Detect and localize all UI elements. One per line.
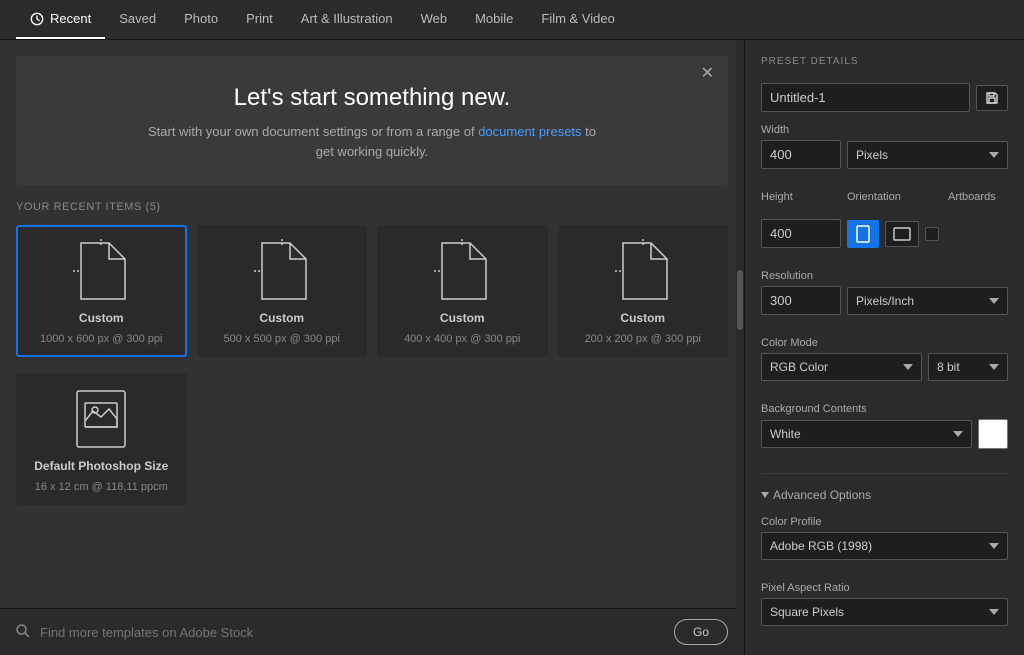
tab-mobile[interactable]: Mobile — [461, 0, 527, 39]
color-profile-section: Color Profile Adobe RGB (1998) — [761, 516, 1008, 570]
pixel-ratio-field-row: Square Pixels — [761, 598, 1008, 626]
advanced-toggle[interactable]: Advanced Options — [761, 488, 1008, 502]
background-select[interactable]: White — [761, 420, 972, 448]
bit-depth-select[interactable]: 8 bit — [928, 353, 1008, 381]
ps-item-size: 16 x 12 cm @ 118,11 ppcm — [35, 481, 168, 493]
chevron-down-icon — [761, 492, 769, 498]
document-presets-link[interactable]: document presets — [478, 124, 581, 139]
portrait-button[interactable] — [847, 220, 879, 248]
right-bottom: Create Close — [761, 648, 1008, 655]
width-section: Width Pixels — [761, 124, 1008, 179]
resolution-unit-select[interactable]: Pixels/Inch — [847, 287, 1008, 315]
left-panel: ✕ Let's start something new. Start with … — [0, 40, 744, 655]
recent-item-0[interactable]: Custom 1000 x 600 px @ 300 ppi — [16, 225, 187, 357]
document-icon-1 — [254, 239, 310, 303]
item-name-1: Custom — [259, 311, 304, 325]
resolution-field-row: Pixels/Inch — [761, 286, 1008, 315]
pixel-ratio-section: Pixel Aspect Ratio Square Pixels — [761, 582, 1008, 636]
color-profile-field-row: Adobe RGB (1998) — [761, 532, 1008, 560]
scrollbar-track[interactable] — [736, 40, 744, 613]
save-icon — [985, 91, 999, 105]
recent-item-3[interactable]: Custom 200 x 200 px @ 300 ppi — [558, 225, 729, 357]
welcome-card: ✕ Let's start something new. Start with … — [16, 56, 728, 185]
main-layout: ✕ Let's start something new. Start with … — [0, 40, 1024, 655]
item-name-0: Custom — [79, 311, 124, 325]
height-label: Height — [761, 191, 841, 203]
document-icon-2 — [434, 239, 490, 303]
resolution-section: Resolution Pixels/Inch — [761, 270, 1008, 325]
item-size-0: 1000 x 600 px @ 300 ppi — [40, 333, 162, 345]
landscape-button[interactable] — [885, 221, 919, 247]
width-label: Width — [761, 124, 1008, 136]
tab-saved[interactable]: Saved — [105, 0, 170, 39]
recent-section: YOUR RECENT ITEMS (5) Custom 1000 x 600 … — [0, 185, 744, 608]
recent-row2: Default Photoshop Size 16 x 12 cm @ 118,… — [16, 373, 728, 505]
right-panel: PRESET DETAILS Width Pixels — [744, 40, 1024, 655]
h-o-a-labels: Height Orientation Artboards — [761, 191, 1008, 203]
item-size-1: 500 x 500 px @ 300 ppi — [224, 333, 340, 345]
orientation-label: Orientation — [847, 191, 942, 203]
background-label: Background Contents — [761, 403, 1008, 415]
search-bar: Go — [0, 608, 744, 655]
landscape-icon — [893, 226, 911, 242]
welcome-subtitle: Start with your own document settings or… — [36, 122, 708, 161]
preset-name-input[interactable] — [761, 83, 970, 112]
artboards-label: Artboards — [948, 191, 1008, 203]
artboard-checkbox[interactable] — [925, 227, 939, 241]
tab-web[interactable]: Web — [407, 0, 462, 39]
divider — [761, 473, 1008, 474]
pixel-ratio-select[interactable]: Square Pixels — [761, 598, 1008, 626]
search-icon — [16, 624, 30, 641]
item-size-3: 200 x 200 px @ 300 ppi — [585, 333, 701, 345]
resolution-input[interactable] — [761, 286, 841, 315]
h-o-a-row — [761, 219, 1008, 248]
photoshop-default-item[interactable]: Default Photoshop Size 16 x 12 cm @ 118,… — [16, 373, 187, 505]
save-preset-button[interactable] — [976, 85, 1008, 111]
top-nav: Recent Saved Photo Print Art & Illustrat… — [0, 0, 1024, 40]
recent-item-2[interactable]: Custom 400 x 400 px @ 300 ppi — [377, 225, 548, 357]
width-input[interactable] — [761, 140, 841, 169]
width-field-row: Pixels — [761, 140, 1008, 169]
tab-photo[interactable]: Photo — [170, 0, 232, 39]
document-icon-0 — [73, 239, 129, 303]
background-field-row: White — [761, 419, 1008, 449]
go-button[interactable]: Go — [674, 619, 728, 645]
background-color-swatch[interactable] — [978, 419, 1008, 449]
width-unit-select[interactable]: Pixels — [847, 141, 1008, 169]
close-button[interactable]: ✕ — [701, 66, 714, 82]
orientation-row — [847, 220, 939, 248]
color-mode-field-row: RGB Color 8 bit — [761, 353, 1008, 381]
scrollbar-thumb[interactable] — [737, 270, 743, 330]
preset-name-row — [761, 83, 1008, 112]
tab-recent[interactable]: Recent — [16, 0, 105, 39]
portrait-icon — [855, 225, 871, 243]
tab-art[interactable]: Art & Illustration — [287, 0, 407, 39]
color-profile-select[interactable]: Adobe RGB (1998) — [761, 532, 1008, 560]
item-name-3: Custom — [620, 311, 665, 325]
ps-item-name: Default Photoshop Size — [34, 459, 168, 473]
preset-details-label: PRESET DETAILS — [761, 56, 1008, 67]
document-icon-3 — [615, 239, 671, 303]
search-input[interactable] — [40, 625, 664, 640]
pixel-ratio-label: Pixel Aspect Ratio — [761, 582, 1008, 594]
item-size-2: 400 x 400 px @ 300 ppi — [404, 333, 520, 345]
tab-film[interactable]: Film & Video — [527, 0, 628, 39]
tab-print[interactable]: Print — [232, 0, 287, 39]
photoshop-doc-icon — [73, 387, 129, 451]
recent-item-1[interactable]: Custom 500 x 500 px @ 300 ppi — [197, 225, 368, 357]
color-mode-select[interactable]: RGB Color — [761, 353, 922, 381]
height-input[interactable] — [761, 219, 841, 248]
clock-icon — [30, 12, 44, 26]
color-profile-label: Color Profile — [761, 516, 1008, 528]
background-section: Background Contents White — [761, 403, 1008, 459]
color-mode-label: Color Mode — [761, 337, 1008, 349]
resolution-label: Resolution — [761, 270, 1008, 282]
item-name-2: Custom — [440, 311, 485, 325]
welcome-title: Let's start something new. — [36, 84, 708, 112]
color-mode-section: Color Mode RGB Color 8 bit — [761, 337, 1008, 391]
recent-grid: Custom 1000 x 600 px @ 300 ppi Custom 50… — [16, 225, 728, 357]
recent-label: YOUR RECENT ITEMS (5) — [16, 201, 728, 213]
